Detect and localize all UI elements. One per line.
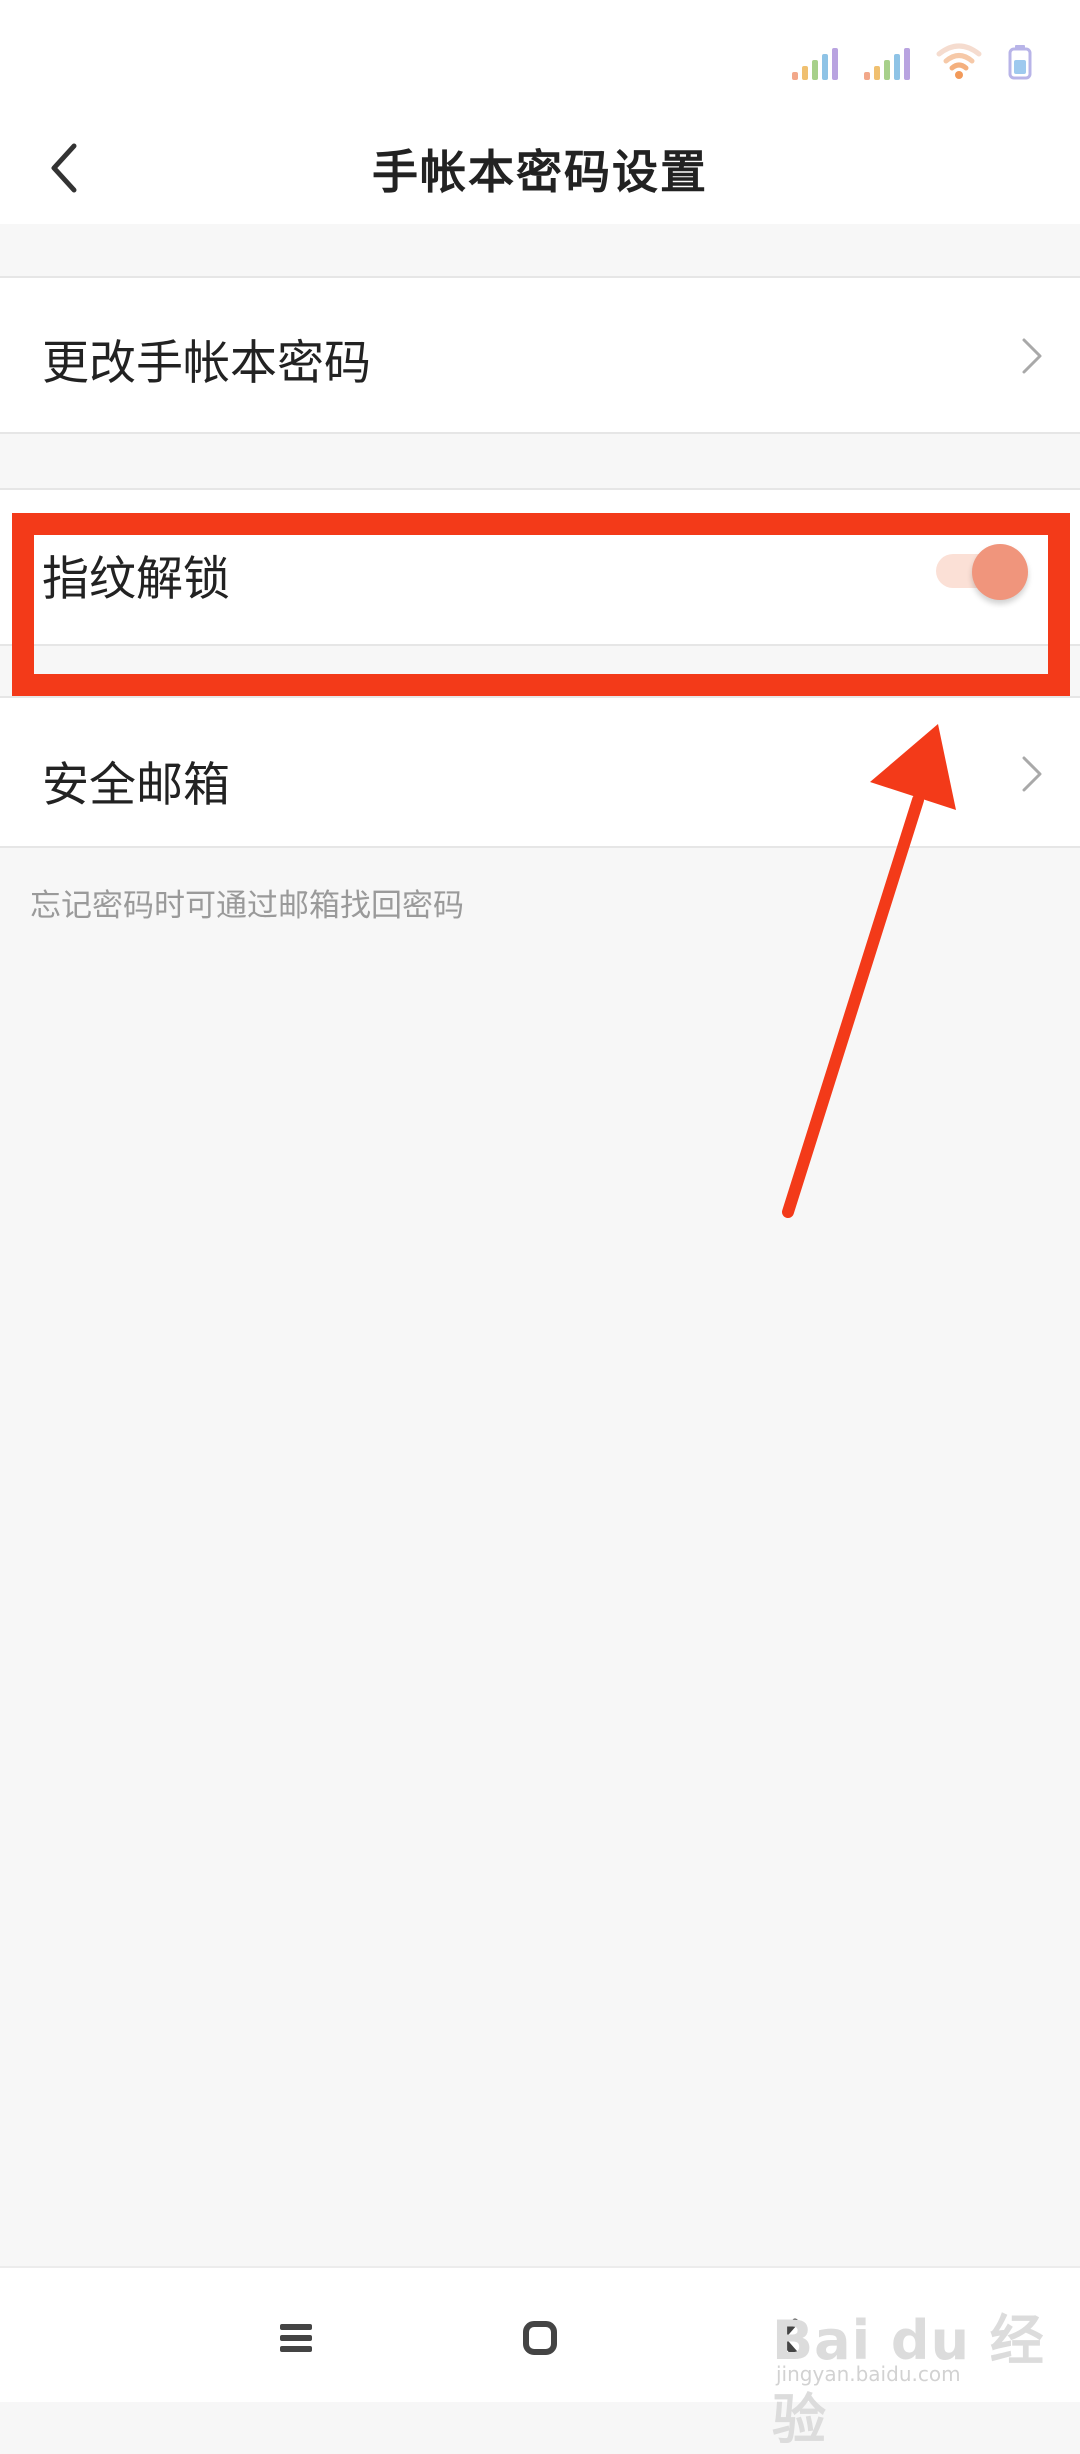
chevron-right-icon <box>1012 744 1052 804</box>
fingerprint-unlock-label: 指纹解锁 <box>42 552 230 607</box>
signal-strength-icon <box>864 46 910 80</box>
battery-icon <box>1008 44 1032 80</box>
system-navigation-bar: Bai du 经验 jingyan.baidu.com <box>0 2266 1080 2451</box>
home-button[interactable] <box>500 2298 580 2378</box>
page-title: 手帐本密码设置 <box>372 145 708 199</box>
fingerprint-unlock-row: 指纹解锁 <box>0 488 1080 646</box>
app-header: 手帐本密码设置 <box>0 110 1080 224</box>
wifi-icon <box>936 42 982 80</box>
chevron-right-icon <box>1012 326 1052 386</box>
home-icon <box>523 2321 557 2355</box>
toggle-knob <box>972 544 1028 600</box>
security-email-hint: 忘记密码时可通过邮箱找回密码 <box>30 888 464 924</box>
status-bar <box>0 0 1080 110</box>
signal-strength-icon <box>792 46 838 80</box>
change-password-row[interactable]: 更改手帐本密码 <box>0 276 1080 434</box>
security-email-label: 安全邮箱 <box>42 758 230 813</box>
watermark-url: jingyan.baidu.com <box>776 2362 961 2386</box>
status-icons <box>792 40 1032 80</box>
security-email-row[interactable]: 安全邮箱 <box>0 696 1080 848</box>
change-password-label: 更改手帐本密码 <box>42 336 371 391</box>
baidu-jingyan-watermark: Bai du 经验 jingyan.baidu.com <box>772 2288 1052 2451</box>
fingerprint-unlock-toggle[interactable] <box>936 544 1028 600</box>
menu-icon <box>280 2324 312 2352</box>
menu-button[interactable] <box>256 2298 336 2378</box>
